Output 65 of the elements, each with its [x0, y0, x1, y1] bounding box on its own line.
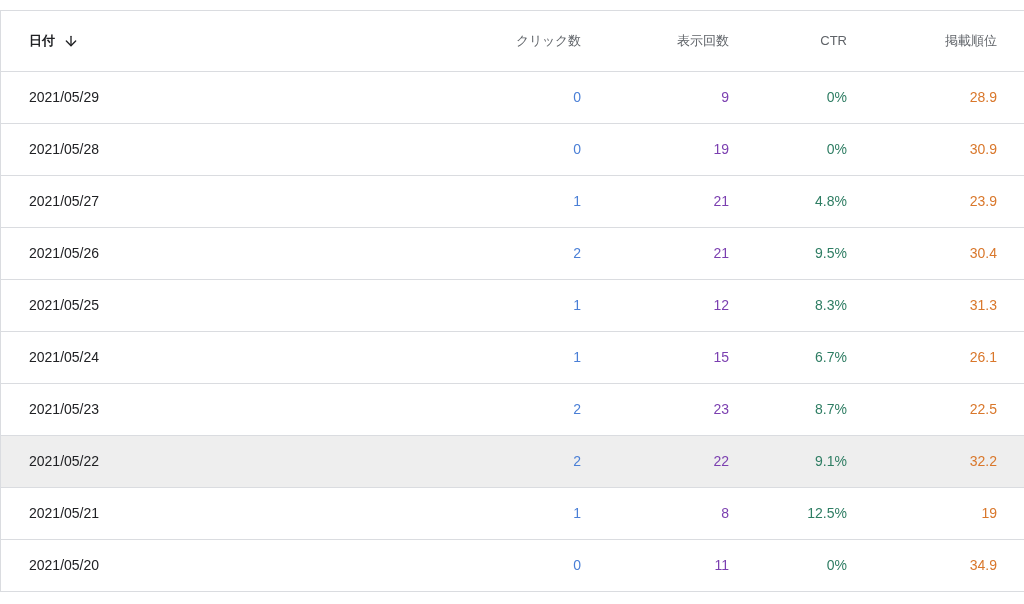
- table-row[interactable]: 2021/05/23 2 23 8.7% 22.5: [0, 384, 1024, 436]
- table-cell-text: 21: [713, 192, 729, 211]
- column-header[interactable]: CTR: [820, 31, 847, 51]
- table-cell-text: 8.3%: [815, 296, 847, 315]
- table-cell-text: 2: [573, 452, 581, 471]
- table-cell-text: 32.2: [969, 452, 997, 471]
- table-cell-text: 15: [713, 348, 729, 367]
- table-cell-text: 0: [573, 140, 581, 159]
- table-cell-text: 1: [573, 192, 581, 211]
- table-cell-text: 23.9: [969, 192, 997, 211]
- table-cell-text: 8: [721, 504, 729, 523]
- table-cell-text: 0%: [826, 88, 847, 107]
- table-cell-text: 30.9: [969, 140, 997, 159]
- table-row[interactable]: 2021/05/24 1 15 6.7% 26.1: [0, 332, 1024, 384]
- table-cell-text: 2021/05/28: [29, 140, 100, 159]
- table-cell-text: 12: [713, 296, 729, 315]
- table-cell-text: 31.3: [969, 296, 997, 315]
- table-cell-text: 2021/05/21: [29, 504, 100, 523]
- table-cell-text: 12.5%: [807, 504, 847, 523]
- table-cell-text: 8.7%: [815, 400, 847, 419]
- table-cell-text: 1: [573, 348, 581, 367]
- table-cell-text: 2021/05/24: [29, 348, 100, 367]
- table-cell-text: 2021/05/22: [29, 452, 100, 471]
- table-cell-text: 0: [573, 88, 581, 107]
- table-cell-text: 26.1: [969, 348, 997, 367]
- table-cell-text: 2021/05/29: [29, 88, 100, 107]
- table-row[interactable]: 2021/05/26 2 21 9.5% 30.4: [0, 228, 1024, 280]
- table-cell-text: 0: [573, 556, 581, 575]
- table-cell-text: 2021/05/23: [29, 400, 100, 419]
- table-row[interactable]: 2021/05/20 0 11 0% 34.9: [0, 540, 1024, 592]
- table-row[interactable]: 2021/05/22 2 22 9.1% 32.2: [0, 436, 1024, 488]
- table-cell-text: 19: [713, 140, 729, 159]
- table-cell-text: 1: [573, 504, 581, 523]
- table-cell-text: 9.5%: [815, 244, 847, 263]
- table-cell-text: 23: [713, 400, 729, 419]
- table-row[interactable]: 2021/05/21 1 8 12.5% 19: [0, 488, 1024, 540]
- table-cell-text: 2: [573, 244, 581, 263]
- table-cell-text: 1: [573, 296, 581, 315]
- table-cell-text: 28.9: [969, 88, 997, 107]
- column-header[interactable]: クリック数: [516, 31, 581, 51]
- table-cell-text: 21: [713, 244, 729, 263]
- table-cell-text: 2021/05/20: [29, 556, 100, 575]
- table-cell-text: 6.7%: [815, 348, 847, 367]
- table-cell-text: 9: [721, 88, 729, 107]
- table-cell-text: 9.1%: [815, 452, 847, 471]
- table-cell-text: 4.8%: [815, 192, 847, 211]
- table-row[interactable]: 2021/05/29 0 9 0% 28.9: [0, 72, 1024, 124]
- column-header[interactable]: 掲載順位: [945, 31, 997, 51]
- table-cell-text: 2021/05/25: [29, 296, 100, 315]
- table-cell-text: 0%: [826, 556, 847, 575]
- table-cell-text: 0%: [826, 140, 847, 159]
- table-cell-text: 34.9: [969, 556, 997, 575]
- table-row[interactable]: 2021/05/27 1 21 4.8% 23.9: [0, 176, 1024, 228]
- column-header[interactable]: 表示回数: [677, 31, 729, 51]
- table-row[interactable]: 2021/05/25 1 12 8.3% 31.3: [0, 280, 1024, 332]
- table-cell-text: 30.4: [969, 244, 997, 263]
- table-cell-text: 2021/05/26: [29, 244, 100, 263]
- table-cell-text: 22: [713, 452, 729, 471]
- table-cell-text: 11: [714, 556, 729, 575]
- table-row[interactable]: 2021/05/28 0 19 0% 30.9: [0, 124, 1024, 176]
- table-cell-text: 2021/05/27: [29, 192, 100, 211]
- table-cell-text: 22.5: [969, 400, 997, 419]
- table-cell-text: 2: [573, 400, 581, 419]
- table-cell-text: 19: [981, 504, 997, 523]
- column-header[interactable]: 日付: [29, 31, 55, 51]
